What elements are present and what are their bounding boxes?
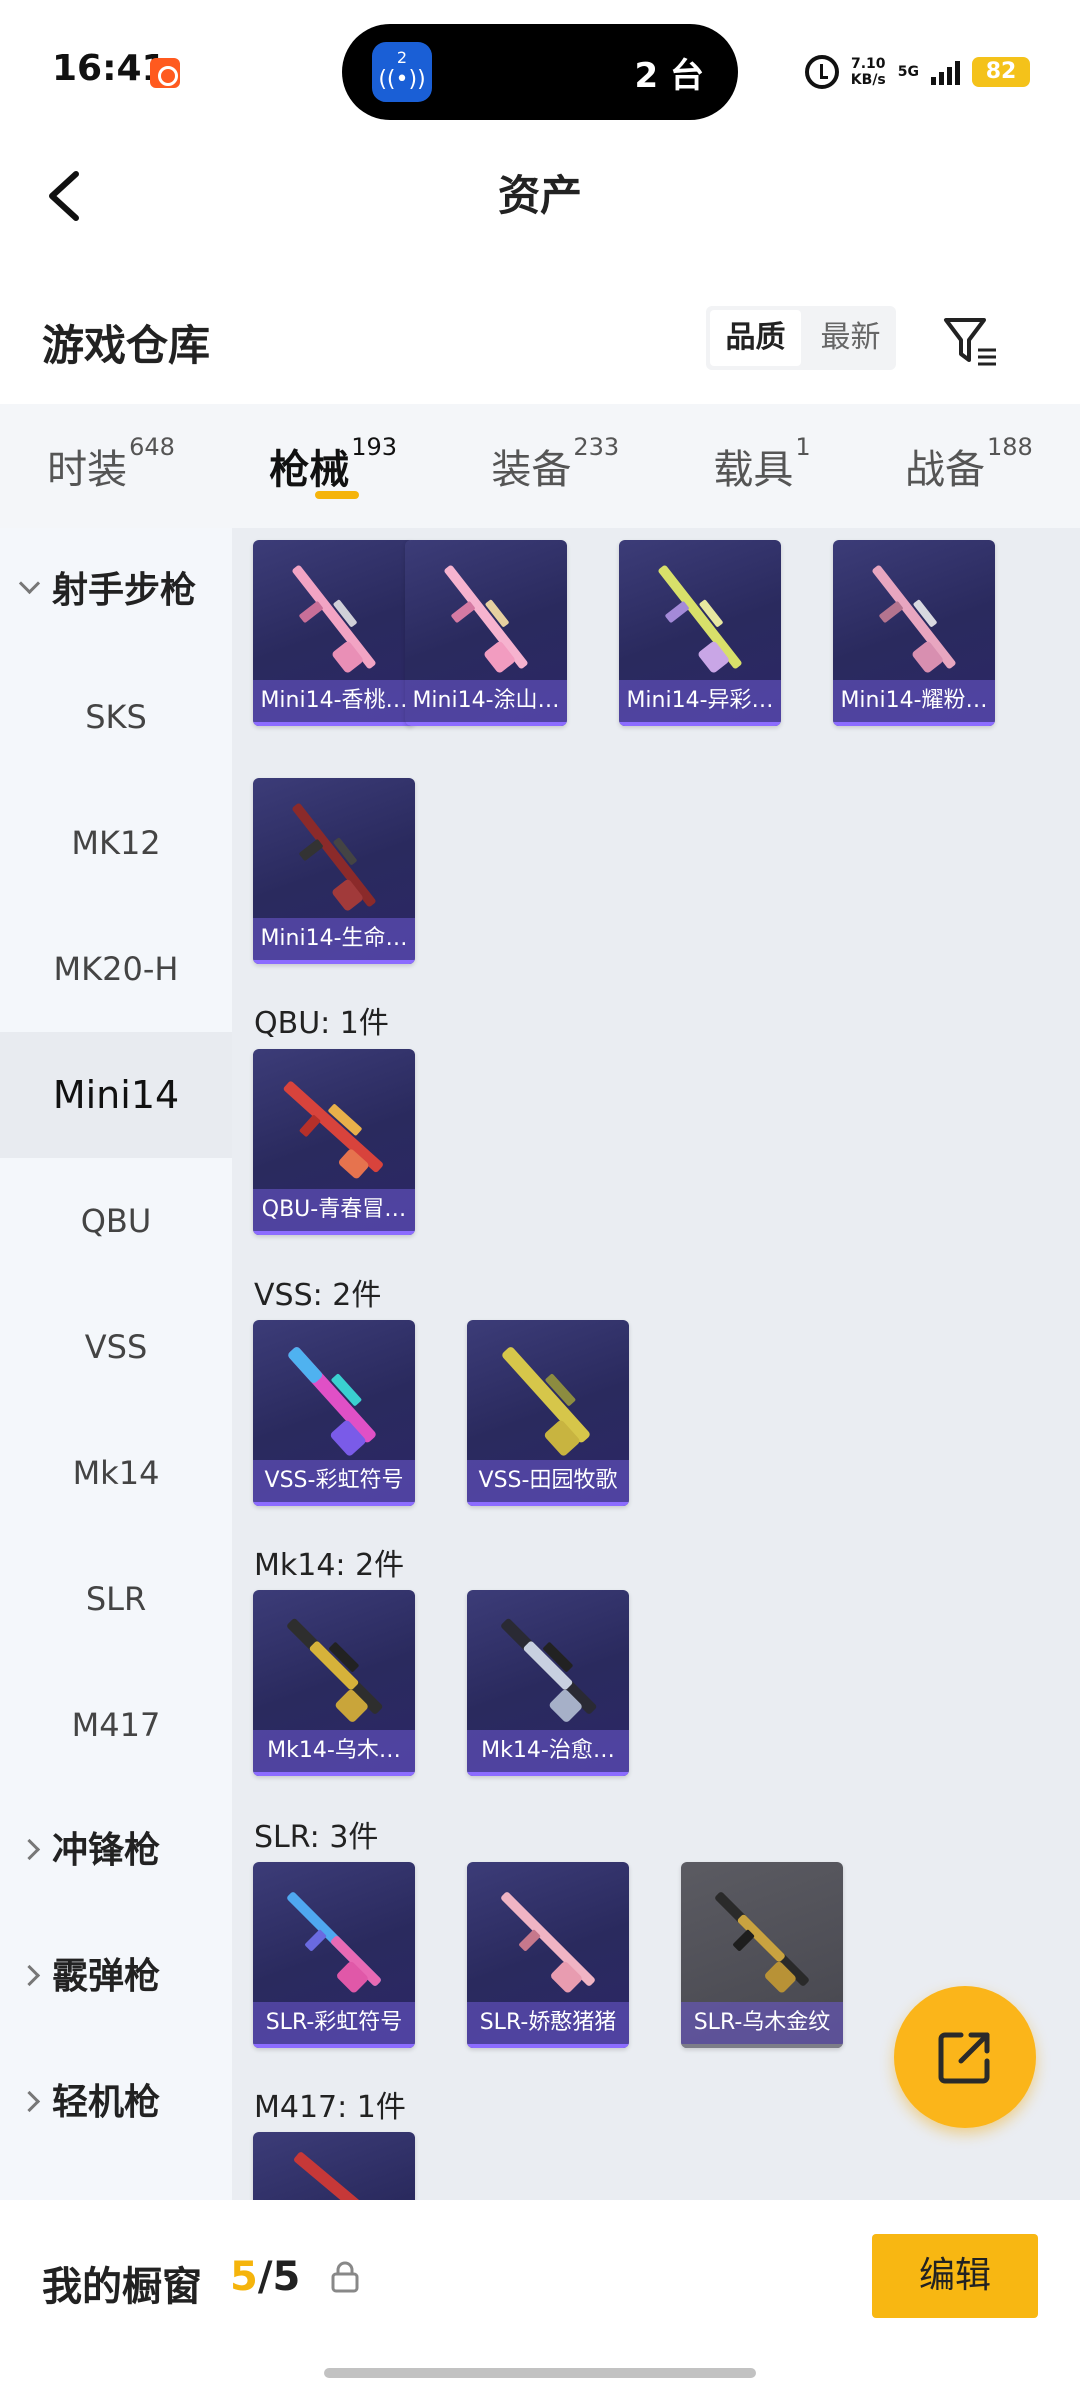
category-tabs: 时装648 枪械193 装备233 载具1 战备188 [0,404,1080,528]
tab-equipment[interactable]: 装备233 [487,433,623,495]
filter-button[interactable] [940,310,1002,372]
item-card[interactable]: SLR-娇憨猪猪 [467,1862,629,2048]
rifle-icon [287,1892,381,1993]
sidebar-item-sks[interactable]: SKS [0,654,232,780]
sidebar-category-lmg[interactable]: 轻机枪 [0,2040,232,2166]
tab-weapons[interactable]: 枪械193 [265,433,401,499]
home-indicator[interactable] [324,2368,756,2378]
tab-count: 193 [351,433,398,461]
network-speed: 7.10 KB/s [850,56,886,88]
rifle-icon [292,803,376,911]
status-indicators: 7.10 KB/s 5G 82 [804,52,1030,92]
sidebar-item-slr[interactable]: SLR [0,1536,232,1662]
item-card[interactable]: SLR-乌木金纹 [681,1862,843,2048]
showcase-label: 我的橱窗 [42,2264,202,2310]
sort-newest-button[interactable]: 最新 [805,306,896,370]
rifle-icon [283,1081,383,1179]
tab-outfits[interactable]: 时装648 [43,433,179,495]
group-label-mk14: Mk14: 2件 [254,1548,405,1583]
sidebar-item-mini14[interactable]: Mini14 [0,1032,232,1158]
rifle-icon [501,1618,597,1722]
notification-app-icon [150,58,180,88]
tab-count: 233 [573,433,620,461]
item-card[interactable]: Mini14-生命… [253,778,415,964]
rifle-icon [872,565,956,673]
rifle-icon [715,1892,809,1993]
group-label-vss: VSS: 2件 [254,1278,382,1313]
rifle-icon [292,565,376,673]
rifle-icon [287,1618,383,1722]
item-card[interactable]: VSS-彩虹符号 [253,1320,415,1506]
item-card[interactable]: VSS-田园牧歌 [467,1320,629,1506]
sort-quality-button[interactable]: 品质 [710,310,801,366]
tab-count: 1 [795,433,811,461]
item-card[interactable]: Mini14-异彩… [619,540,781,726]
hotspot-app-icon: 2 ((•)) [372,42,432,102]
item-card[interactable]: SLR-彩虹符号 [253,1862,415,2048]
edit-button[interactable]: 编辑 [872,2234,1038,2318]
item-grid[interactable]: QBU: 1件 VSS: 2件 Mk14: 2件 SLR: 3件 M417: 1… [232,528,1080,2200]
sidebar-item-mk12[interactable]: MK12 [0,780,232,906]
rifle-icon [501,1892,595,1993]
item-card[interactable]: Mk14-乌木… [253,1590,415,1776]
sidebar-category-marksman-rifle[interactable]: 射手步枪 [0,528,232,654]
sort-toggle: 品质 最新 [706,306,896,370]
rifle-icon [444,565,528,673]
item-card[interactable]: Mk14-治愈… [467,1590,629,1776]
sidebar-item-mk20h[interactable]: MK20-H [0,906,232,1032]
network-type: 5G [897,64,919,80]
rifle-icon [658,565,742,673]
group-label-m417: M417: 1件 [254,2090,406,2125]
sidebar-item-qbu[interactable]: QBU [0,1158,232,1284]
warehouse-header: 游戏仓库 品质 最新 [0,290,1080,400]
item-card[interactable]: QBU-青春冒… [253,1049,415,1235]
app-screen: 16:41 2 ((•)) 2 台 7.10 KB/s 5G 82 资产 游戏仓… [0,0,1080,2400]
sidebar-item-mk14[interactable]: Mk14 [0,1410,232,1536]
sidebar-item-m417[interactable]: M417 [0,1662,232,1788]
tab-count: 188 [986,433,1033,461]
item-card[interactable]: Mini14-香桃… [253,540,415,726]
weapon-sidebar: 射手步枪 SKS MK12 MK20-H Mini14 QBU VSS Mk14… [0,528,232,2200]
lock-icon [331,2261,359,2293]
showcase-count: 5/5 [230,2254,301,2300]
status-bar: 16:41 2 ((•)) 2 台 7.10 KB/s 5G 82 [0,0,1080,140]
dynamic-island[interactable]: 2 ((•)) 2 台 [342,24,738,120]
tab-vehicles[interactable]: 载具1 [709,433,814,495]
tab-supplies[interactable]: 战备188 [901,433,1037,495]
share-button[interactable] [894,1986,1036,2128]
hotspot-badge: 2 [396,48,408,67]
tab-count: 648 [129,433,175,461]
item-card[interactable]: Mini14-耀粉… [833,540,995,726]
broadcast-icon: ((•)) [378,67,426,92]
alarm-icon [804,55,839,89]
battery-indicator: 82 [972,57,1030,87]
warehouse-title: 游戏仓库 [42,321,211,370]
sidebar-category-smg[interactable]: 冲锋枪 [0,1788,232,1914]
sidebar-item-vss[interactable]: VSS [0,1284,232,1410]
share-out-icon [938,2032,990,2084]
rifle-icon [288,1347,376,1456]
page-title: 资产 [497,171,582,220]
item-card[interactable]: Mini14-涂山… [405,540,567,726]
signal-icon [931,59,960,85]
connected-devices-count: 2 台 [634,56,705,96]
group-label-slr: SLR: 3件 [254,1820,379,1855]
rifle-icon [294,2152,396,2200]
sidebar-category-shotgun[interactable]: 霰弹枪 [0,1914,232,2040]
filter-icon [944,318,996,366]
item-card[interactable] [253,2132,415,2200]
group-label-qbu: QBU: 1件 [254,1006,389,1041]
rifle-icon [502,1347,590,1456]
top-nav: 资产 [0,140,1080,250]
